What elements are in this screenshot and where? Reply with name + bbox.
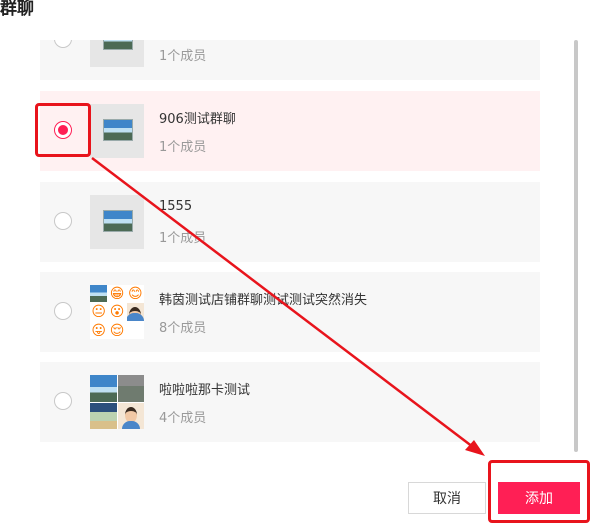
annotation-arrow: [91, 157, 485, 456]
annotation-arrow-line: [91, 157, 474, 448]
